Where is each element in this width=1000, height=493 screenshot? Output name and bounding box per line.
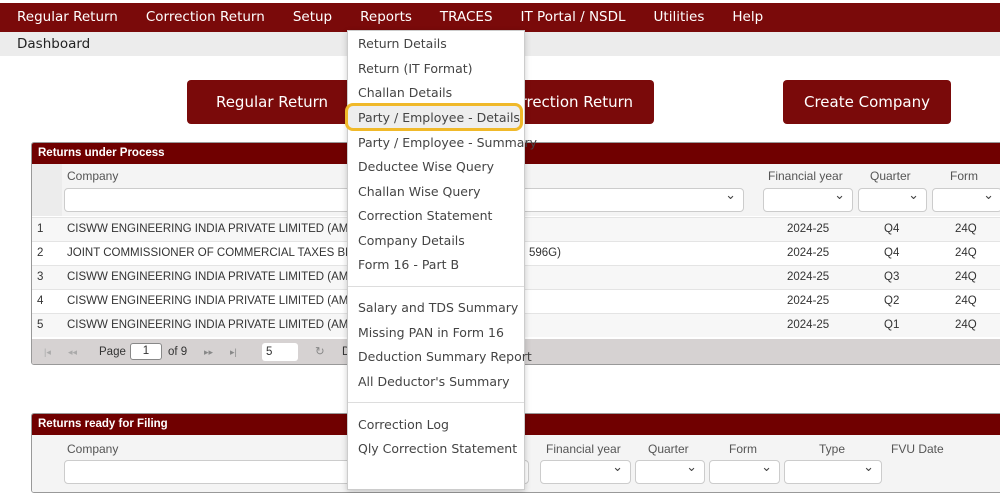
col-company: Company <box>67 442 119 456</box>
menu-reports[interactable]: Reports <box>360 3 412 32</box>
menu-item-salary-tds-summary[interactable]: Salary and TDS Summary <box>358 300 518 315</box>
col-financial-year: Financial year <box>768 169 843 183</box>
quarter-filter[interactable] <box>858 187 927 212</box>
menu-help[interactable]: Help <box>732 3 763 32</box>
menu-item-missing-pan[interactable]: Missing PAN in Form 16 <box>358 325 504 340</box>
menu-item-deductee-wise-query[interactable]: Deductee Wise Query <box>358 159 494 174</box>
page-count: of 9 <box>168 346 188 358</box>
col-quarter: Quarter <box>648 442 689 456</box>
menu-item-return-it-format[interactable]: Return (IT Format) <box>358 61 473 76</box>
col-fvu-date: FVU Date <box>891 442 944 456</box>
last-page-icon[interactable]: ▸| <box>230 339 237 364</box>
reports-dropdown: Return Details Return (IT Format) Challa… <box>345 30 537 490</box>
menu-it-portal[interactable]: IT Portal / NSDL <box>521 3 626 32</box>
prev-page-icon[interactable]: ◂◂ <box>68 339 77 364</box>
form-filter[interactable] <box>932 187 1000 212</box>
menu-item-form16-part-b[interactable]: Form 16 - Part B <box>358 257 459 272</box>
menu-traces[interactable]: TRACES <box>440 3 493 32</box>
menu-item-qly-correction-statement[interactable]: Qly Correction Statement <box>358 441 517 456</box>
col-financial-year: Financial year <box>546 442 621 456</box>
next-page-icon[interactable]: ▸▸ <box>204 339 213 364</box>
menu-item-challan-wise-query[interactable]: Challan Wise Query <box>358 184 481 199</box>
fy-filter[interactable] <box>540 459 631 484</box>
regular-return-button[interactable]: Regular Return <box>187 80 357 124</box>
quarter-filter[interactable] <box>635 459 705 484</box>
refresh-icon[interactable]: ↻ <box>315 339 325 364</box>
col-quarter: Quarter <box>870 169 911 183</box>
page-input[interactable]: 1 <box>130 343 162 360</box>
fy-filter[interactable] <box>763 187 853 212</box>
menu-item-party-employee-details[interactable]: Party / Employee - Details <box>358 110 520 125</box>
menu-setup[interactable]: Setup <box>293 3 332 32</box>
create-company-button[interactable]: Create Company <box>783 80 951 124</box>
menu-utilities[interactable]: Utilities <box>654 3 705 32</box>
divider <box>348 402 524 403</box>
menu-item-company-details[interactable]: Company Details <box>358 233 465 248</box>
divider <box>348 286 524 287</box>
col-company: Company <box>67 169 119 183</box>
col-form: Form <box>950 169 978 183</box>
menu-item-return-details[interactable]: Return Details <box>358 36 447 51</box>
col-form: Form <box>729 442 757 456</box>
menu-item-challan-details[interactable]: Challan Details <box>358 85 452 100</box>
menu-item-party-employee-summary[interactable]: Party / Employee - Summary <box>358 135 537 150</box>
menu-regular-return[interactable]: Regular Return <box>17 3 118 32</box>
menu-item-correction-statement[interactable]: Correction Statement <box>358 208 492 223</box>
page-label: Page <box>99 346 126 358</box>
menu-correction-return[interactable]: Correction Return <box>146 3 265 32</box>
menu-item-correction-log[interactable]: Correction Log <box>358 417 449 432</box>
page-size-select[interactable]: 5 <box>262 343 298 361</box>
form-filter[interactable] <box>709 459 780 484</box>
menu-item-all-deductors-summary[interactable]: All Deductor's Summary <box>358 374 510 389</box>
col-type: Type <box>819 442 846 456</box>
menu-item-deduction-summary[interactable]: Deduction Summary Report <box>358 349 532 364</box>
first-page-icon[interactable]: |◂ <box>44 339 51 364</box>
type-filter[interactable] <box>784 459 882 484</box>
menu-bar: Regular Return Correction Return Setup R… <box>0 3 1000 32</box>
